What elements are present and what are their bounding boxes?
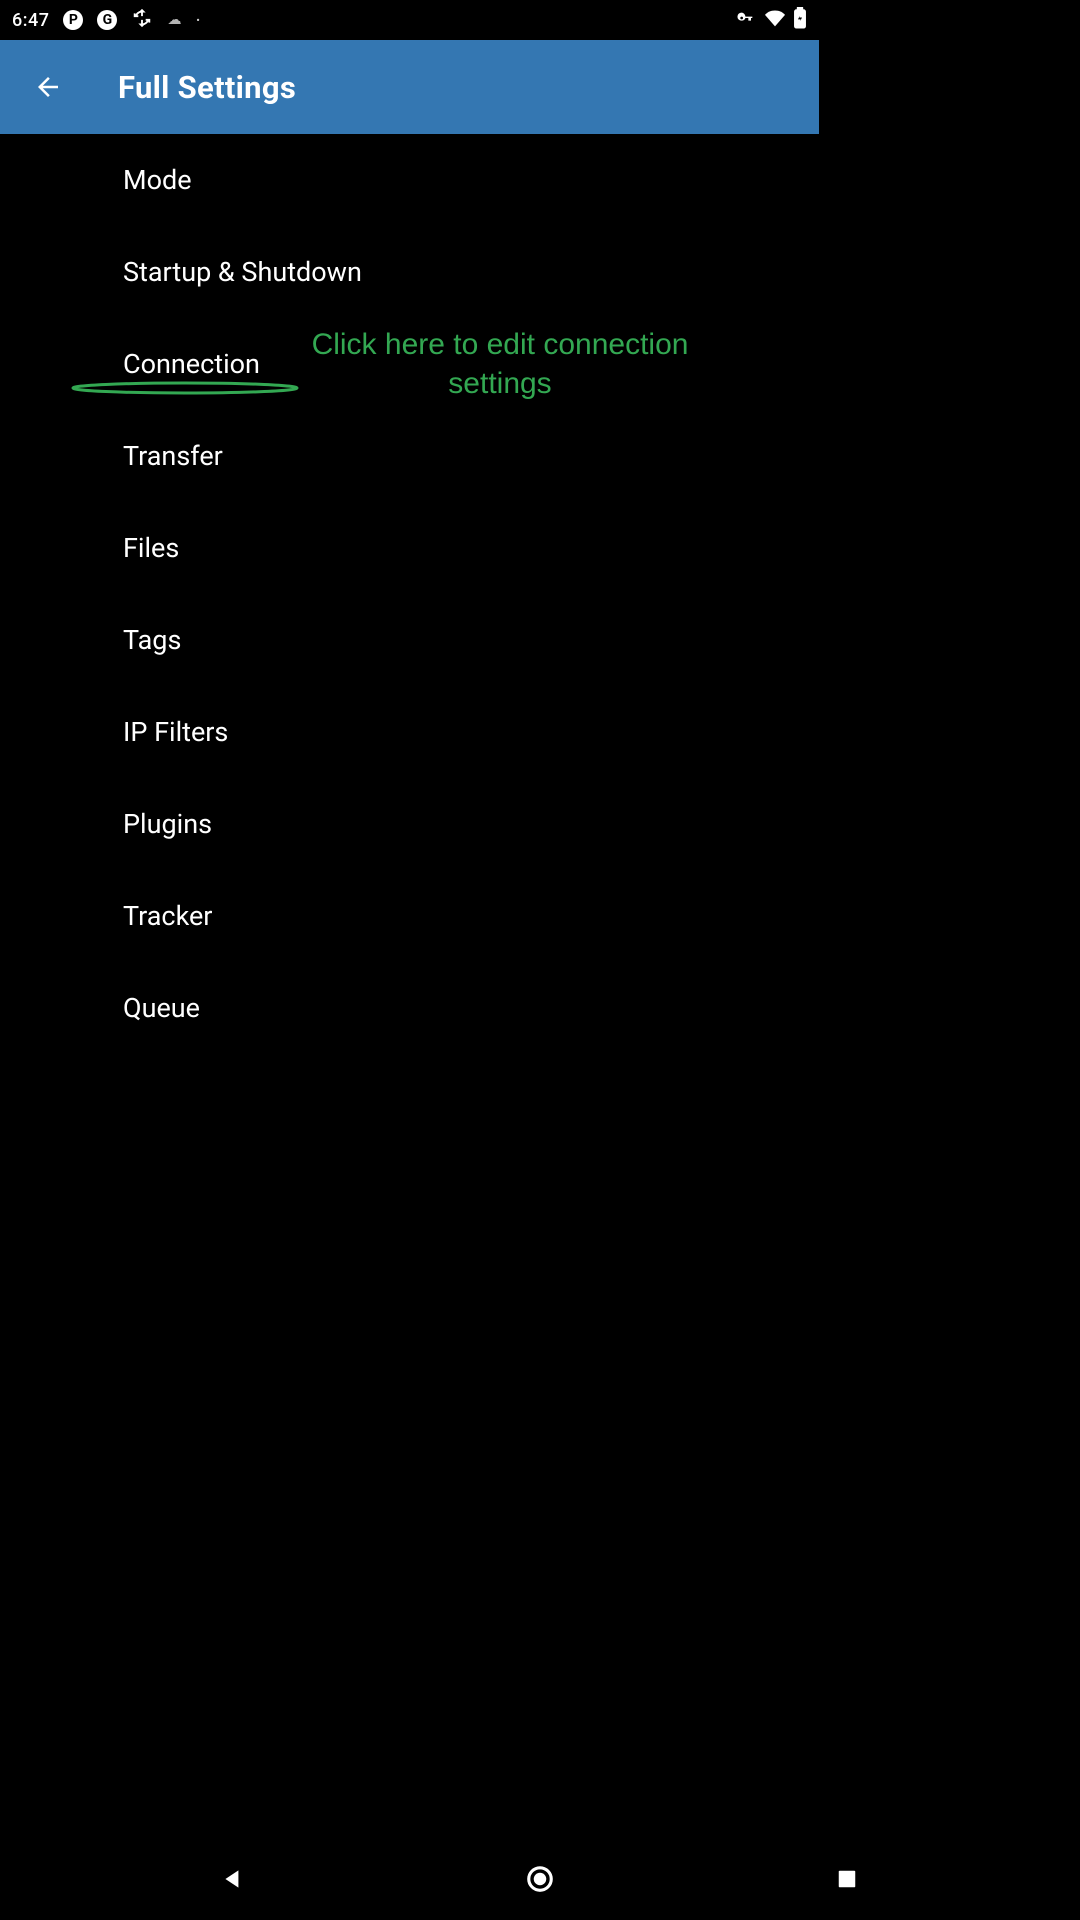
vpn-key-icon bbox=[733, 10, 757, 30]
nav-home-button[interactable] bbox=[510, 1849, 570, 1909]
status-right bbox=[733, 7, 807, 34]
circle-home-icon bbox=[525, 1864, 555, 1894]
connection-hint: Click here to edit connection settings bbox=[280, 325, 720, 403]
item-label: Transfer bbox=[123, 440, 223, 472]
square-recent-icon bbox=[836, 1868, 858, 1890]
status-left: 6:47 P G ☁ · bbox=[12, 7, 201, 34]
wifi-icon bbox=[765, 8, 785, 33]
list-item-transfer[interactable]: Transfer bbox=[0, 410, 819, 502]
google-icon: G bbox=[97, 10, 117, 30]
item-label: Tags bbox=[123, 624, 181, 656]
list-item-tracker[interactable]: Tracker bbox=[0, 870, 819, 962]
list-item-ip-filters[interactable]: IP Filters bbox=[0, 686, 819, 778]
page-title: Full Settings bbox=[118, 69, 296, 106]
item-label: IP Filters bbox=[123, 716, 228, 748]
back-button[interactable] bbox=[28, 67, 68, 107]
list-item-startup-shutdown[interactable]: Startup & Shutdown bbox=[0, 226, 819, 318]
item-label: Startup & Shutdown bbox=[123, 256, 362, 288]
settings-list: Mode Startup & Shutdown Connection Click… bbox=[0, 134, 819, 1054]
cloud-icon: ☁ bbox=[167, 12, 181, 28]
status-time: 6:47 bbox=[12, 10, 49, 31]
sync-icon bbox=[131, 7, 153, 34]
app-bar: Full Settings bbox=[0, 40, 819, 134]
status-bar: 6:47 P G ☁ · bbox=[0, 0, 819, 40]
list-item-plugins[interactable]: Plugins bbox=[0, 778, 819, 870]
item-label: Plugins bbox=[123, 808, 212, 840]
nav-back-button[interactable] bbox=[203, 1849, 263, 1909]
privacy-icon: P bbox=[63, 10, 83, 30]
item-label: Mode bbox=[123, 164, 192, 196]
arrow-back-icon bbox=[33, 72, 63, 102]
battery-charging-icon bbox=[793, 7, 807, 34]
triangle-back-icon bbox=[220, 1866, 246, 1892]
list-item-files[interactable]: Files bbox=[0, 502, 819, 594]
list-item-tags[interactable]: Tags bbox=[0, 594, 819, 686]
item-label: Files bbox=[123, 532, 179, 564]
navigation-bar bbox=[0, 1838, 1080, 1920]
nav-recent-button[interactable] bbox=[817, 1849, 877, 1909]
list-item-mode[interactable]: Mode bbox=[0, 134, 819, 226]
dot-icon: · bbox=[195, 10, 200, 30]
list-item-queue[interactable]: Queue bbox=[0, 962, 819, 1054]
item-label: Tracker bbox=[123, 900, 212, 932]
item-label: Queue bbox=[123, 992, 200, 1024]
item-label: Connection bbox=[123, 348, 260, 380]
list-item-connection[interactable]: Connection Click here to edit connection… bbox=[0, 318, 819, 410]
